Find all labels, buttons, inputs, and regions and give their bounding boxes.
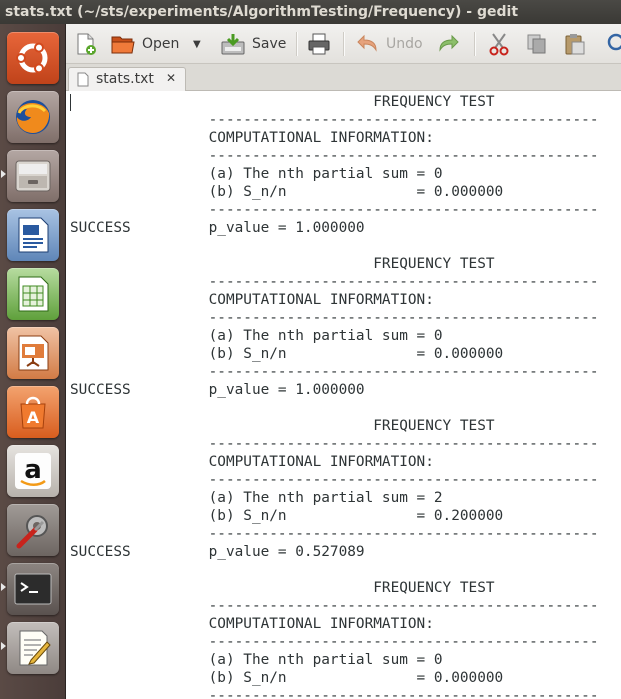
search-icon (607, 33, 621, 51)
editor-line: COMPUTATIONAL INFORMATION: (70, 616, 434, 632)
scissors-icon (489, 33, 509, 56)
software-center-icon[interactable]: A (7, 386, 59, 438)
editor-line: (b) S_n/n = 0.000000 (70, 670, 504, 686)
tab-stats-txt[interactable]: stats.txt ✕ (68, 67, 186, 91)
cut-button[interactable] (487, 30, 511, 58)
editor-line: FREQUENCY TEST (70, 256, 495, 272)
editor-line: ----------------------------------------… (70, 310, 599, 326)
tab-bar: stats.txt ✕ (66, 64, 621, 91)
editor-line: (a) The nth partial sum = 2 (70, 490, 443, 506)
redo-icon (439, 34, 459, 52)
terminal-icon[interactable] (7, 563, 59, 615)
editor-line: SUCCESS p_value = 0.527089 (70, 544, 365, 560)
editor-line: (b) S_n/n = 0.200000 (70, 508, 504, 524)
paste-icon (565, 34, 585, 55)
new-document-icon (77, 33, 96, 55)
editor-line: COMPUTATIONAL INFORMATION: (70, 454, 434, 470)
editor-line: ----------------------------------------… (70, 202, 599, 218)
libreoffice-writer-icon[interactable] (7, 209, 59, 261)
open-button[interactable]: Open (110, 30, 179, 58)
libreoffice-impress-icon[interactable] (7, 327, 59, 379)
chevron-down-icon: ▼ (193, 38, 201, 50)
system-settings-icon[interactable] (7, 504, 59, 556)
gedit-icon[interactable] (7, 622, 59, 674)
editor-line: ----------------------------------------… (70, 526, 599, 542)
files-icon[interactable] (7, 150, 59, 202)
editor-line: FREQUENCY TEST (70, 94, 495, 110)
editor-line: ----------------------------------------… (70, 472, 599, 488)
new-document-button[interactable] (74, 30, 98, 58)
window-title: stats.txt (~/sts/experiments/AlgorithmTe… (0, 0, 621, 24)
editor-line: (a) The nth partial sum = 0 (70, 652, 443, 668)
editor-line: (b) S_n/n = 0.000000 (70, 184, 504, 200)
toolbar: Open ▼ Save Undo (66, 24, 621, 64)
paste-button[interactable] (563, 30, 587, 58)
tab-label: stats.txt (96, 71, 154, 87)
editor-line: ----------------------------------------… (70, 112, 599, 128)
toolbar-separator (343, 32, 345, 56)
search-button[interactable] (606, 30, 621, 58)
editor-line: ----------------------------------------… (70, 148, 599, 164)
editor-line: COMPUTATIONAL INFORMATION: (70, 292, 434, 308)
save-label: Save (252, 36, 287, 52)
amazon-icon[interactable]: a (7, 445, 59, 497)
launcher: A a (0, 24, 66, 699)
svg-text:a: a (24, 455, 42, 485)
ubuntu-dash-icon[interactable] (7, 32, 59, 84)
editor-line: FREQUENCY TEST (70, 418, 495, 434)
print-button[interactable] (307, 30, 331, 58)
editor-line: (b) S_n/n = 0.000000 (70, 346, 504, 362)
editor-line: ----------------------------------------… (70, 598, 599, 614)
undo-label: Undo (386, 36, 423, 52)
firefox-icon[interactable] (7, 91, 59, 143)
editor-line: ----------------------------------------… (70, 274, 599, 290)
open-dropdown-button[interactable]: ▼ (193, 30, 201, 58)
copy-button[interactable] (525, 30, 549, 58)
undo-button[interactable]: Undo (356, 30, 423, 58)
document-text: FREQUENCY TEST -------------------------… (70, 93, 599, 699)
editor-line: SUCCESS p_value = 1.000000 (70, 220, 365, 236)
libreoffice-calc-icon[interactable] (7, 268, 59, 320)
editor-line: (a) The nth partial sum = 0 (70, 328, 443, 344)
save-icon (221, 34, 245, 55)
save-button[interactable]: Save (220, 30, 286, 58)
redo-button[interactable] (436, 30, 460, 58)
printer-icon (308, 33, 330, 55)
editor-line: ----------------------------------------… (70, 634, 599, 650)
close-tab-icon[interactable]: ✕ (166, 71, 176, 85)
text-file-icon (77, 72, 89, 87)
text-editor[interactable]: FREQUENCY TEST -------------------------… (66, 91, 621, 699)
open-label: Open (142, 36, 180, 52)
toolbar-separator (296, 32, 298, 56)
editor-line: FREQUENCY TEST (70, 580, 495, 596)
editor-line: ----------------------------------------… (70, 688, 599, 699)
editor-line: COMPUTATIONAL INFORMATION: (70, 130, 434, 146)
editor-line: SUCCESS p_value = 1.000000 (70, 382, 365, 398)
editor-line: ----------------------------------------… (70, 436, 599, 452)
folder-open-icon (111, 36, 135, 54)
editor-line: (a) The nth partial sum = 0 (70, 166, 443, 182)
toolbar-separator (474, 32, 476, 56)
copy-icon (527, 34, 546, 54)
undo-icon (357, 34, 377, 52)
svg-text:A: A (27, 408, 40, 427)
editor-line: ----------------------------------------… (70, 364, 599, 380)
